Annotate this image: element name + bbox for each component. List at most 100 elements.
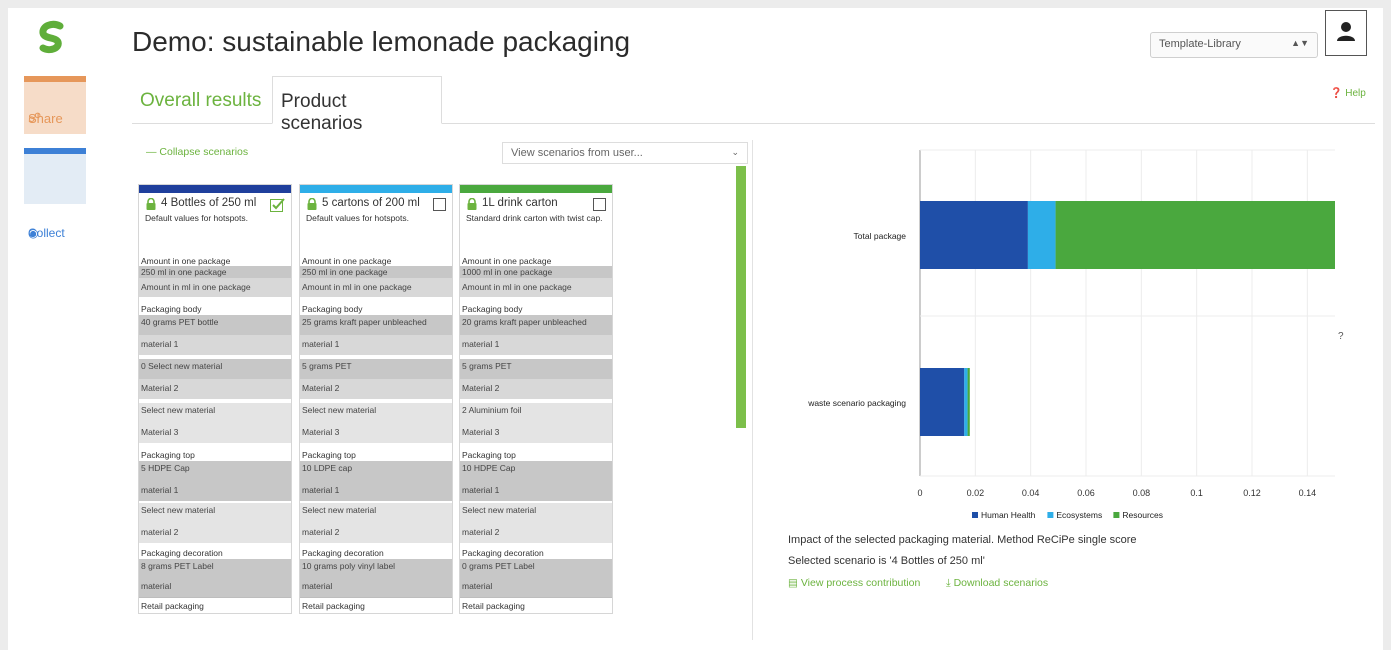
material-value[interactable]: 5 grams PET: [460, 359, 612, 379]
material-value[interactable]: 10 grams poly vinyl label: [300, 559, 452, 577]
scenario-scrollbar[interactable]: [734, 164, 748, 610]
body-label: Packaging body: [139, 303, 291, 314]
y-category-label: Total package: [854, 231, 907, 241]
scenario-color-band: [139, 185, 291, 193]
amount-value[interactable]: 1000 ml in one package: [460, 266, 612, 278]
row-separator: [460, 445, 612, 447]
bar-segment: [967, 368, 970, 436]
amount-field: Amount in one package 250 ml in one pack…: [300, 255, 452, 297]
material-name: Material 3: [460, 423, 612, 443]
material-field: 5 HDPE Cap material 1: [139, 461, 291, 501]
material-name: material: [300, 577, 452, 597]
amount-value[interactable]: 250 ml in one package: [139, 266, 291, 278]
scenario-name-text: 5 cartons of 200 ml: [322, 197, 420, 209]
material-value[interactable]: 25 grams kraft paper unbleached: [300, 315, 452, 335]
scenario-name[interactable]: 1L drink carton: [466, 197, 606, 210]
view-scenarios-select[interactable]: View scenarios from user... ⌄: [502, 142, 748, 164]
body-label: Packaging body: [300, 303, 452, 314]
material-value[interactable]: 5 grams PET: [300, 359, 452, 379]
top-section: Packaging top: [139, 449, 291, 461]
tab-overall-results[interactable]: Overall results: [132, 76, 269, 124]
tab-bar: Overall results Product scenarios: [132, 76, 1375, 134]
row-separator: [300, 543, 452, 545]
template-select-value: Template-Library: [1159, 38, 1241, 50]
material-name: material 1: [139, 335, 291, 355]
collect-label: Collect: [28, 226, 65, 240]
material-value[interactable]: Select new material: [139, 403, 291, 423]
material-value[interactable]: Select new material: [300, 403, 452, 423]
scenario-card: 5 cartons of 200 ml Default values for ho…: [299, 184, 453, 614]
scenario-header: 1L drink carton Standard drink carton wit…: [460, 193, 612, 255]
material-value[interactable]: 40 grams PET bottle: [139, 315, 291, 335]
top-section: Packaging top: [460, 449, 612, 461]
retail-label: Retail packaging: [300, 597, 452, 613]
scenario-checkbox[interactable]: [270, 197, 285, 212]
material-field: 10 grams poly vinyl label material: [300, 559, 452, 597]
share-label: Share: [28, 111, 63, 126]
material-field: 40 grams PET bottle material 1: [139, 315, 291, 357]
material-field: Select new material material 2: [460, 503, 612, 543]
view-process-contribution-link[interactable]: ▤ View process contribution: [788, 577, 920, 589]
scenario-name[interactable]: 5 cartons of 200 ml: [306, 197, 446, 210]
amount-label: Amount in one package: [300, 255, 452, 266]
material-value[interactable]: 10 LDPE cap: [300, 461, 452, 481]
material-value[interactable]: Select new material: [460, 503, 612, 523]
material-value[interactable]: 0 grams PET Label: [460, 559, 612, 577]
material-value[interactable]: 20 grams kraft paper unbleached: [460, 315, 612, 335]
material-field: 2 Aluminium foil Material 3: [460, 403, 612, 445]
bar-segment: [920, 201, 1028, 269]
scenario-header: 4 Bottles of 250 ml Default values for ho…: [139, 193, 291, 255]
download-icon: ⤓: [946, 577, 951, 589]
material-value[interactable]: 8 grams PET Label: [139, 559, 291, 577]
collect-button[interactable]: ◉ Collect: [24, 148, 86, 240]
material-field: 8 grams PET Label material: [139, 559, 291, 597]
lock-icon: [146, 198, 156, 210]
scenario-name[interactable]: 4 Bottles of 250 ml: [145, 197, 285, 210]
top-label: Packaging top: [460, 449, 612, 460]
material-name: material 1: [460, 481, 612, 501]
material-field: 5 grams PET Material 2: [460, 359, 612, 401]
x-tick-label: 0.02: [967, 488, 985, 498]
view-scenarios-value: View scenarios from user...: [511, 147, 643, 159]
template-select[interactable]: Template-Library ▲▼: [1150, 32, 1318, 58]
x-tick-label: 0.06: [1077, 488, 1095, 498]
material-field: 20 grams kraft paper unbleached material…: [460, 315, 612, 357]
share-button[interactable]: ☍ Share: [24, 76, 86, 134]
help-link[interactable]: ❓ Help: [1330, 88, 1366, 99]
scenario-description: Default values for hotspots.: [145, 213, 249, 223]
top-label: Packaging top: [139, 449, 291, 460]
download-scenarios-link[interactable]: ⤓ Download scenarios: [946, 577, 1048, 590]
amount-value[interactable]: 250 ml in one package: [300, 266, 452, 278]
material-value[interactable]: 0 Select new material: [139, 359, 291, 379]
scenario-checkbox[interactable]: [433, 198, 446, 211]
tab-product-scenarios[interactable]: Product scenarios: [272, 76, 442, 134]
scrollbar-thumb[interactable]: [736, 166, 746, 428]
collapse-scenarios-button[interactable]: — Collapse scenarios: [146, 146, 248, 158]
app-logo-icon[interactable]: [34, 20, 70, 56]
lock-icon: [307, 198, 317, 210]
amount-field: Amount in one package 250 ml in one pack…: [139, 255, 291, 297]
material-name: Material 2: [460, 379, 612, 399]
material-value[interactable]: 10 HDPE Cap: [460, 461, 612, 481]
material-name: material: [460, 577, 612, 597]
row-separator: [300, 445, 452, 447]
material-value[interactable]: Select new material: [139, 503, 291, 523]
material-value[interactable]: 2 Aluminium foil: [460, 403, 612, 423]
legend-label: Resources: [1122, 510, 1163, 520]
material-name: material 2: [460, 523, 612, 543]
material-value[interactable]: 5 HDPE Cap: [139, 461, 291, 481]
scenario-checkbox[interactable]: [593, 198, 606, 211]
material-name: material 2: [139, 523, 291, 543]
material-field: 10 LDPE cap material 1: [300, 461, 452, 501]
user-menu-button[interactable]: [1325, 10, 1367, 56]
chart-icon: ▤: [788, 577, 798, 589]
material-name: material 1: [139, 481, 291, 501]
material-field: 10 HDPE Cap material 1: [460, 461, 612, 501]
bar-segment: [1027, 201, 1056, 269]
scenario-name-text: 1L drink carton: [482, 197, 558, 209]
decoration-label: Packaging decoration: [460, 547, 612, 558]
material-name: material: [139, 577, 291, 597]
material-field: 25 grams kraft paper unbleached material…: [300, 315, 452, 357]
row-separator: [460, 543, 612, 545]
material-value[interactable]: Select new material: [300, 503, 452, 523]
